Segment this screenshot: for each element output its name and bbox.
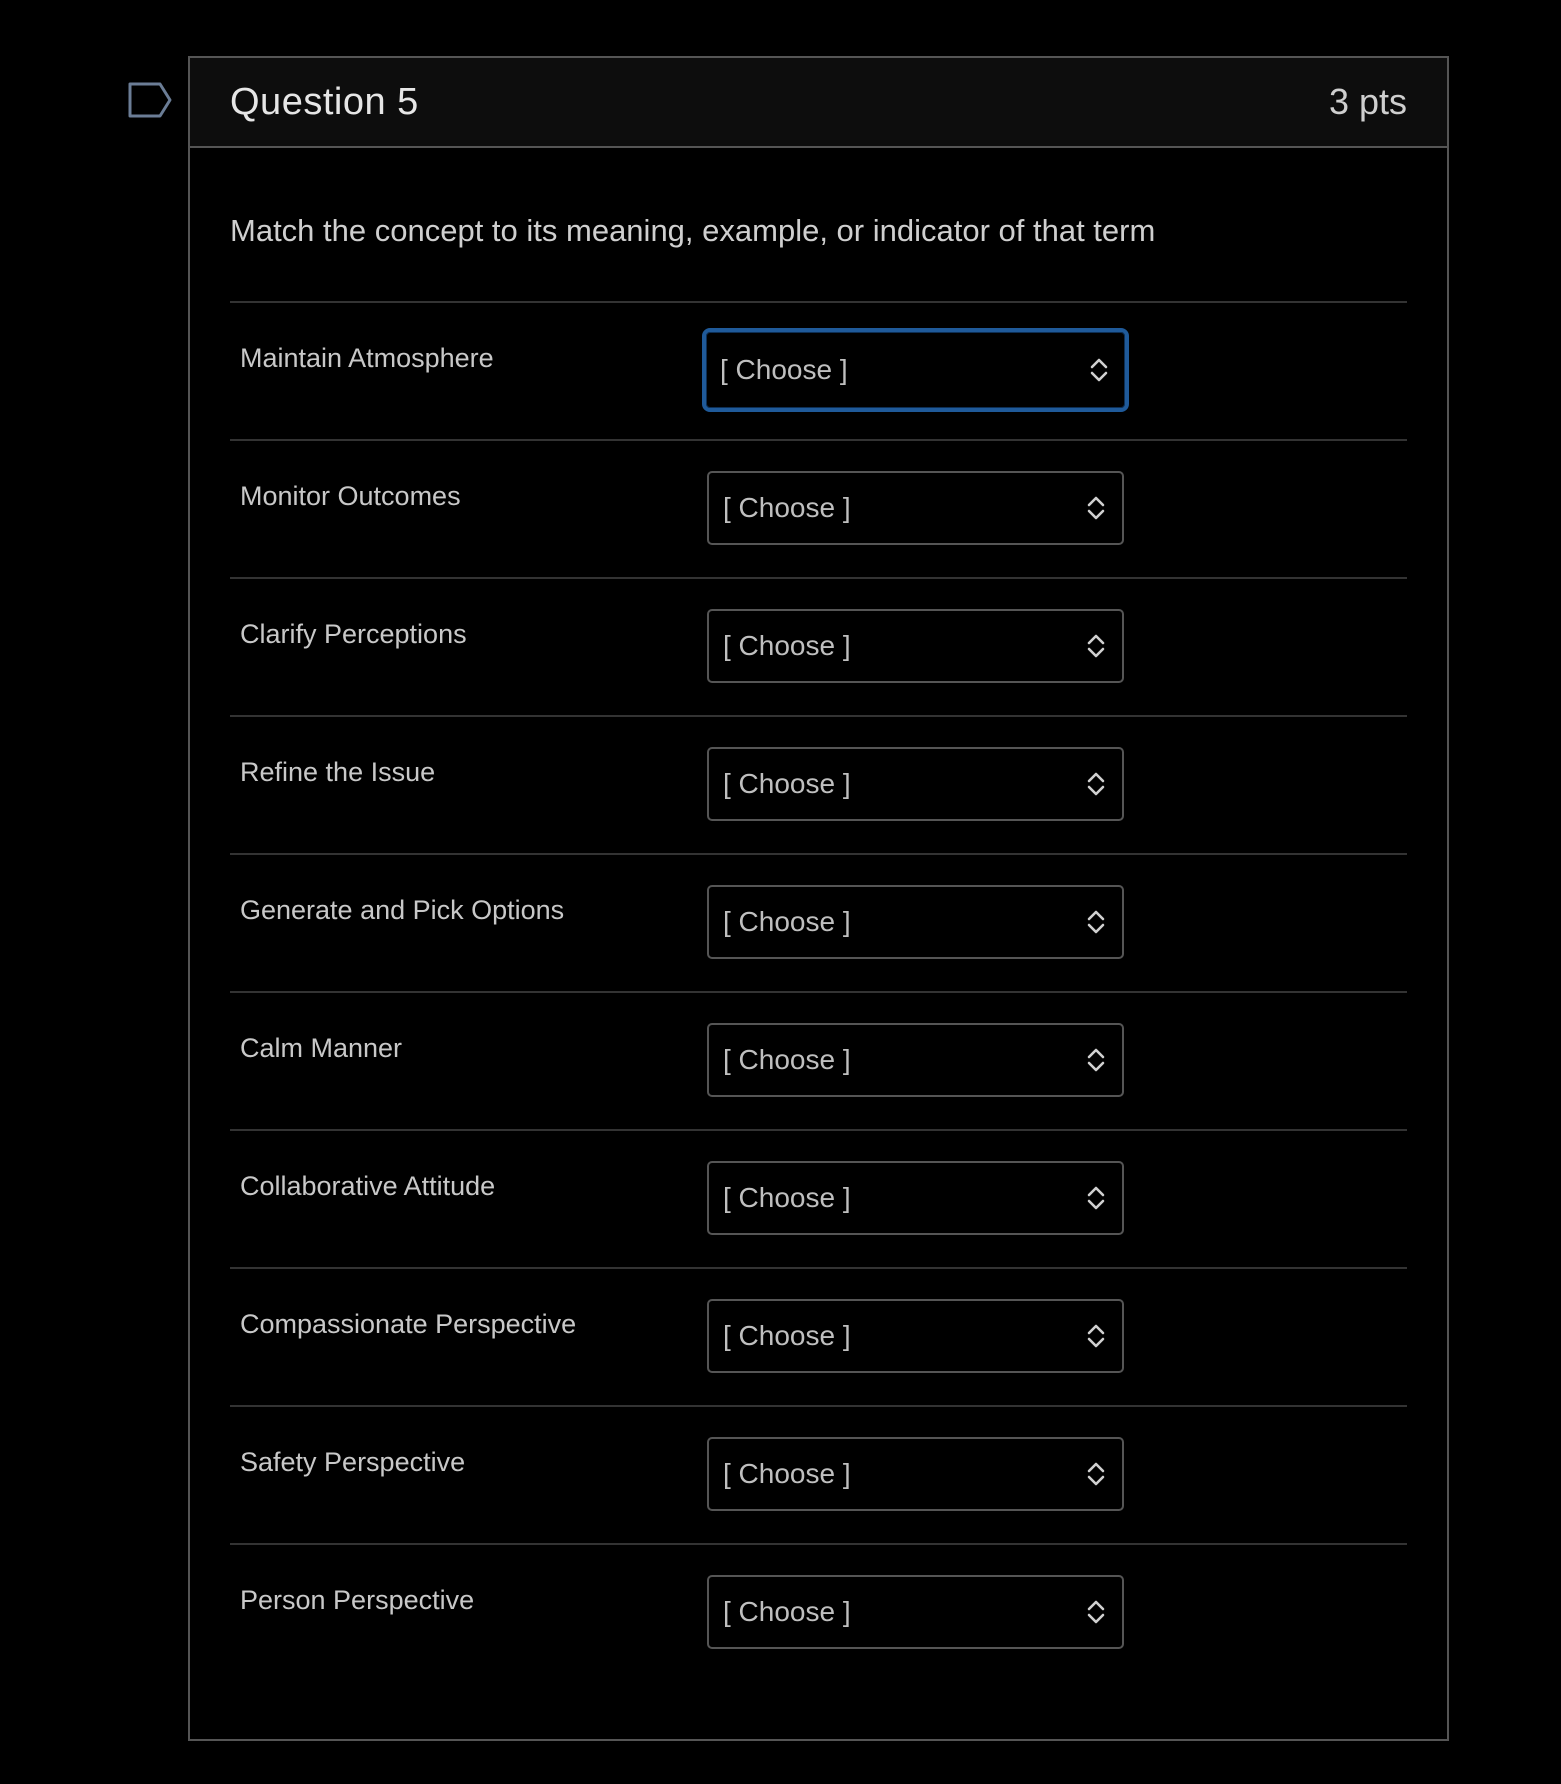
chevron-up-down-icon (1086, 1461, 1106, 1487)
question-card: Question 5 3 pts Match the concept to it… (188, 56, 1449, 1741)
chevron-up-down-icon (1086, 771, 1106, 797)
match-row: Person Perspective [ Choose ] (230, 1545, 1407, 1683)
select-value: [ Choose ] (723, 492, 851, 524)
match-term-label: Generate and Pick Options (240, 895, 565, 926)
match-term-label: Clarify Perceptions (240, 619, 467, 650)
match-row: Refine the Issue [ Choose ] (230, 717, 1407, 856)
question-points: 3 pts (1328, 81, 1407, 122)
match-term-label: Monitor Outcomes (240, 481, 461, 512)
question-body: Match the concept to its meaning, exampl… (190, 212, 1447, 1683)
select-value: [ Choose ] (723, 1320, 851, 1352)
match-term-label: Person Perspective (240, 1585, 475, 1616)
match-row: Clarify Perceptions [ Choose ] (230, 579, 1407, 718)
chevron-up-down-icon (1086, 1599, 1106, 1625)
answer-select[interactable]: [ Choose ] (707, 1161, 1124, 1236)
question-title: Question 5 (230, 80, 419, 123)
match-row: Maintain Atmosphere [ Choose ] (230, 303, 1407, 442)
select-value: [ Choose ] (723, 768, 851, 800)
match-row: Collaborative Attitude [ Choose ] (230, 1131, 1407, 1270)
select-value: [ Choose ] (723, 1044, 851, 1076)
answer-select[interactable]: [ Choose ] (707, 1023, 1124, 1098)
match-row: Compassionate Perspective [ Choose ] (230, 1269, 1407, 1408)
chevron-up-down-icon (1086, 909, 1106, 935)
answer-select[interactable]: [ Choose ] (707, 1299, 1124, 1374)
match-row: Calm Manner [ Choose ] (230, 993, 1407, 1132)
select-value: [ Choose ] (723, 1182, 851, 1214)
answer-select[interactable]: [ Choose ] (707, 747, 1124, 822)
chevron-up-down-icon (1086, 1185, 1106, 1211)
match-term-label: Collaborative Attitude (240, 1171, 496, 1202)
match-row: Monitor Outcomes [ Choose ] (230, 441, 1407, 580)
match-term-label: Safety Perspective (240, 1447, 466, 1478)
match-term-label: Maintain Atmosphere (240, 343, 494, 374)
select-value: [ Choose ] (723, 906, 851, 938)
question-header: Question 5 3 pts (190, 58, 1447, 148)
select-value: [ Choose ] (723, 1596, 851, 1628)
answer-select[interactable]: [ Choose ] (707, 1437, 1124, 1512)
match-list: Maintain Atmosphere[ Choose ] Monitor Out… (230, 301, 1407, 1683)
chevron-up-down-icon (1086, 633, 1106, 659)
answer-select[interactable]: [ Choose ] (707, 1575, 1124, 1650)
answer-select[interactable]: [ Choose ] (707, 885, 1124, 960)
chevron-up-down-icon (1086, 1047, 1106, 1073)
select-value: [ Choose ] (720, 354, 848, 386)
match-row: Safety Perspective [ Choose ] (230, 1407, 1407, 1546)
select-value: [ Choose ] (723, 1458, 851, 1490)
question-prompt: Match the concept to its meaning, exampl… (230, 213, 1156, 248)
answer-select[interactable]: [ Choose ] (707, 471, 1124, 546)
flag-question-icon[interactable] (128, 82, 172, 118)
chevron-up-down-icon (1086, 495, 1106, 521)
match-term-label: Compassionate Perspective (240, 1309, 577, 1340)
answer-select[interactable]: [ Choose ] (707, 609, 1124, 684)
select-value: [ Choose ] (723, 630, 851, 662)
match-term-label: Calm Manner (240, 1033, 403, 1064)
match-row: Generate and Pick Options [ Choose ] (230, 855, 1407, 994)
chevron-up-down-icon (1089, 357, 1109, 383)
chevron-up-down-icon (1086, 1323, 1106, 1349)
match-term-label: Refine the Issue (240, 757, 436, 788)
answer-select[interactable]: [ Choose ] (702, 328, 1129, 413)
